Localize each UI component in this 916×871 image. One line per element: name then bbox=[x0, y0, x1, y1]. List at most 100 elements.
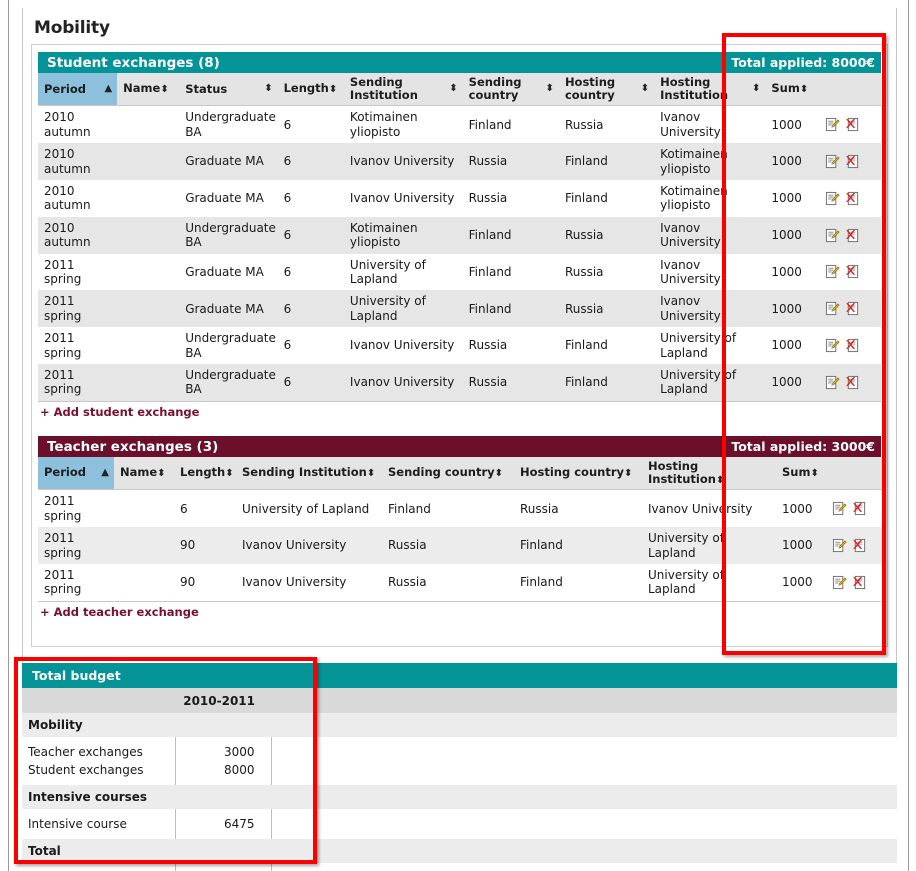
col-label-sending-institution: Sending Institution bbox=[349, 75, 418, 103]
table-row[interactable]: 2011 spring Graduate MA 6 University of Lap… bbox=[38, 253, 881, 291]
col-header-hosting-institution[interactable]: Hosting Institution⬍ bbox=[654, 73, 766, 107]
edit-icon[interactable] bbox=[825, 228, 840, 243]
row-actions[interactable] bbox=[821, 143, 881, 180]
sort-both-icon: ⬍ bbox=[545, 83, 554, 95]
cell-name bbox=[117, 290, 180, 328]
table-row[interactable]: 2011 spring Graduate MA 6 University of Lap… bbox=[38, 290, 881, 328]
col-header-hosting-institution[interactable]: Hosting Institution⬍ bbox=[642, 456, 776, 491]
row-actions[interactable] bbox=[821, 327, 881, 364]
col-header-status[interactable]: Status ⬍ bbox=[179, 73, 278, 107]
cell-length: 6 bbox=[277, 363, 344, 401]
edit-icon[interactable] bbox=[825, 301, 840, 316]
col-header-sending-institution[interactable]: Sending Institution⬍ bbox=[343, 73, 463, 107]
delete-icon[interactable] bbox=[852, 501, 867, 516]
table-row[interactable]: 2010 autumn Graduate MA 6 Ivanov University… bbox=[38, 143, 881, 180]
delete-icon[interactable] bbox=[845, 117, 860, 132]
budget-title-row: Total budget bbox=[22, 663, 898, 688]
delete-icon[interactable] bbox=[845, 338, 860, 353]
delete-icon[interactable] bbox=[845, 264, 860, 279]
table-row[interactable]: 2010 autumn Undergraduate BA 6 Kotimainen y… bbox=[38, 216, 881, 254]
edit-icon[interactable] bbox=[832, 575, 847, 590]
add-teacher-exchange-row[interactable]: + Add teacher exchange bbox=[38, 600, 881, 622]
edit-icon[interactable] bbox=[825, 375, 840, 390]
cell-status: Graduate MA bbox=[179, 290, 278, 328]
col-header-length[interactable]: Length⬍ bbox=[277, 73, 344, 107]
edit-icon[interactable] bbox=[825, 154, 840, 169]
col-header-sending-country[interactable]: Sending country⬍ bbox=[382, 456, 514, 491]
edit-icon[interactable] bbox=[825, 117, 840, 132]
row-actions[interactable] bbox=[821, 216, 881, 254]
col-label-status: Status bbox=[185, 81, 228, 96]
add-student-exchange-link[interactable]: + Add student exchange bbox=[40, 405, 199, 419]
cell-sending-institution: Ivanov University bbox=[343, 143, 463, 180]
table-row[interactable]: 2010 autumn Undergraduate BA 6 Kotimainen y… bbox=[38, 105, 881, 144]
edit-icon[interactable] bbox=[832, 501, 847, 516]
total-budget-body: Total budget 2010-2011 Mobility Teacher exc… bbox=[22, 663, 898, 871]
col-header-sending-country[interactable]: Sending country⬍ bbox=[462, 73, 559, 107]
total-budget-section: Total budget 2010-2011 Mobility Teacher exc… bbox=[22, 663, 898, 871]
add-student-exchange-row[interactable]: + Add student exchange bbox=[38, 400, 881, 422]
sort-both-icon: ⬍ bbox=[366, 468, 376, 480]
cell-name bbox=[117, 105, 180, 144]
edit-icon[interactable] bbox=[825, 264, 840, 279]
add-teacher-exchange-link[interactable]: + Add teacher exchange bbox=[40, 605, 199, 619]
delete-icon[interactable] bbox=[845, 301, 860, 316]
budget-title: Total budget bbox=[22, 663, 898, 688]
row-actions[interactable] bbox=[828, 563, 886, 601]
cell-period: 2011 spring bbox=[38, 563, 114, 601]
student-exchanges-body: 2010 autumn Undergraduate BA 6 Kotimainen y… bbox=[38, 105, 881, 401]
delete-icon[interactable] bbox=[845, 228, 860, 243]
cell-status: Undergraduate BA bbox=[179, 327, 278, 364]
page-root: Mobility Student exchanges (8) Total app… bbox=[0, 0, 916, 871]
cell-sum: 1000 bbox=[776, 527, 828, 564]
sort-both-icon: ⬍ bbox=[640, 83, 650, 95]
cell-period: 2010 autumn bbox=[38, 143, 118, 180]
col-header-sum[interactable]: Sum⬍ bbox=[765, 73, 822, 107]
cell-sum: 1000 bbox=[765, 327, 822, 364]
cell-hosting-institution: University of Lapland bbox=[654, 327, 766, 364]
col-header-hosting-country[interactable]: Hosting country⬍ bbox=[514, 456, 642, 491]
table-row[interactable]: 2011 spring 6 University of Lapland Finland… bbox=[38, 489, 886, 528]
cell-sending-institution: Ivanov University bbox=[343, 180, 463, 217]
cell-sum: 1000 bbox=[765, 180, 822, 217]
col-header-length[interactable]: Length⬍ bbox=[174, 456, 236, 491]
table-row[interactable]: 2011 spring Undergraduate BA 6 Ivanov Unive… bbox=[38, 327, 881, 364]
budget-year-row: 2010-2011 bbox=[22, 688, 898, 713]
cell-length: 6 bbox=[277, 253, 344, 291]
table-row[interactable]: 2011 spring 90 Ivanov University Russia Finl… bbox=[38, 527, 886, 564]
edit-icon[interactable] bbox=[825, 191, 840, 206]
row-actions[interactable] bbox=[828, 489, 886, 528]
window-left-border bbox=[8, 0, 9, 871]
col-header-name[interactable]: Name⬍ bbox=[117, 73, 180, 107]
col-header-sending-institution[interactable]: Sending Institution⬍ bbox=[236, 456, 382, 491]
row-actions[interactable] bbox=[821, 363, 881, 401]
delete-icon[interactable] bbox=[845, 154, 860, 169]
edit-icon[interactable] bbox=[825, 338, 840, 353]
delete-icon[interactable] bbox=[852, 575, 867, 590]
table-row[interactable]: 2011 spring 90 Ivanov University Russia Finl… bbox=[38, 563, 886, 601]
row-actions[interactable] bbox=[821, 105, 881, 144]
edit-icon[interactable] bbox=[832, 538, 847, 553]
total-budget-table: Total budget 2010-2011 Mobility Teacher exc… bbox=[22, 663, 898, 871]
delete-icon[interactable] bbox=[845, 191, 860, 206]
col-header-hosting-country[interactable]: Hosting country⬍ bbox=[558, 73, 655, 107]
col-header-name[interactable]: Name⬍ bbox=[114, 456, 174, 491]
budget-item-value: 6475 bbox=[174, 815, 272, 833]
budget-item-row: Teacher exchanges 3000 bbox=[22, 743, 898, 761]
cell-length: 6 bbox=[277, 216, 344, 254]
col-header-period[interactable]: Period ▲ bbox=[38, 73, 118, 107]
table-row[interactable]: 2011 spring Undergraduate BA 6 Ivanov Unive… bbox=[38, 363, 881, 401]
delete-icon[interactable] bbox=[845, 375, 860, 390]
row-actions[interactable] bbox=[828, 527, 886, 564]
cell-hosting-institution: Ivanov University bbox=[654, 105, 766, 144]
cell-sending-country: Russia bbox=[462, 143, 559, 180]
row-actions[interactable] bbox=[821, 290, 881, 328]
row-actions[interactable] bbox=[821, 180, 881, 217]
cell-sum: 1000 bbox=[765, 253, 822, 291]
col-header-period[interactable]: Period ▲ bbox=[38, 456, 114, 491]
delete-icon[interactable] bbox=[852, 538, 867, 553]
table-row[interactable]: 2010 autumn Graduate MA 6 Ivanov University… bbox=[38, 180, 881, 217]
cell-period: 2011 spring bbox=[38, 327, 118, 364]
col-header-sum[interactable]: Sum⬍ bbox=[776, 456, 828, 491]
row-actions[interactable] bbox=[821, 253, 881, 291]
